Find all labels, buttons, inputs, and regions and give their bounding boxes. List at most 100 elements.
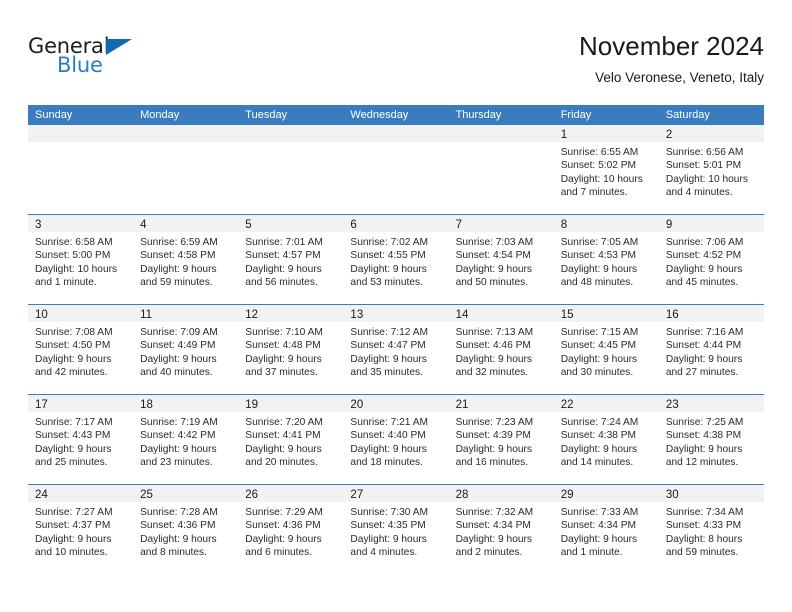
day-sun-info: Sunrise: 7:20 AM Sunset: 4:41 PM Daylight:… bbox=[238, 412, 343, 470]
day-sun-info: Sunrise: 7:19 AM Sunset: 4:42 PM Daylight:… bbox=[133, 412, 238, 470]
calendar-weeks: 1 Sunrise: 6:55 AM Sunset: 5:02 PM Daylight… bbox=[28, 125, 764, 574]
day-cell[interactable]: 4 Sunrise: 6:59 AM Sunset: 4:58 PM Daylight… bbox=[133, 215, 239, 304]
day-number: 11 bbox=[140, 309, 153, 321]
daylight-text-line2: and 59 minutes. bbox=[665, 547, 739, 559]
daylight-text-line2: and 53 minutes. bbox=[350, 277, 423, 289]
daylight-text-line1: Daylight: 9 hours bbox=[35, 533, 112, 545]
daylight-text-line2: and 42 minutes. bbox=[35, 367, 108, 379]
day-number-band bbox=[238, 125, 344, 142]
day-number-band bbox=[133, 125, 239, 142]
daylight-text-line1: Daylight: 10 hours bbox=[560, 173, 643, 185]
day-cell[interactable]: 8 Sunrise: 7:05 AM Sunset: 4:53 PM Daylight… bbox=[553, 215, 659, 304]
daylight-text-line1: Daylight: 10 hours bbox=[35, 263, 118, 275]
daylight-text-line2: and 25 minutes. bbox=[35, 457, 108, 469]
day-number: 20 bbox=[350, 399, 364, 411]
daylight-text-line1: Daylight: 10 hours bbox=[665, 173, 748, 185]
day-cell-empty bbox=[238, 125, 344, 214]
day-number: 14 bbox=[455, 309, 469, 321]
day-cell[interactable]: 29 Sunrise: 7:33 AM Sunset: 4:34 PM Dayligh… bbox=[553, 485, 659, 574]
sunrise-text: Sunrise: 6:55 AM bbox=[560, 147, 639, 158]
sunset-text: Sunset: 4:36 PM bbox=[140, 520, 216, 532]
day-cell[interactable]: 6 Sunrise: 7:02 AM Sunset: 4:55 PM Daylight… bbox=[343, 215, 449, 304]
sunrise-text: Sunrise: 6:59 AM bbox=[140, 237, 218, 248]
day-cell[interactable]: 19 Sunrise: 7:20 AM Sunset: 4:41 PM Dayligh… bbox=[238, 395, 344, 484]
day-sun-info: Sunrise: 7:01 AM Sunset: 4:57 PM Daylight:… bbox=[238, 232, 343, 290]
calendar-page: General Blue November 2024 Velo Veronese… bbox=[0, 0, 792, 612]
day-cell[interactable]: 3 Sunrise: 6:58 AM Sunset: 5:00 PM Daylight… bbox=[28, 215, 134, 304]
day-cell[interactable]: 27 Sunrise: 7:30 AM Sunset: 4:35 PM Dayligh… bbox=[343, 485, 449, 574]
day-sun-info: Sunrise: 7:05 AM Sunset: 4:53 PM Daylight:… bbox=[554, 232, 659, 290]
logo-text-blue: Blue bbox=[57, 53, 103, 77]
day-cell[interactable]: 20 Sunrise: 7:21 AM Sunset: 4:40 PM Dayligh… bbox=[343, 395, 449, 484]
day-cell[interactable]: 14 Sunrise: 7:13 AM Sunset: 4:46 PM Dayligh… bbox=[448, 305, 554, 394]
day-number: 5 bbox=[245, 219, 252, 231]
sunrise-text: Sunrise: 7:20 AM bbox=[245, 417, 323, 428]
day-sun-info: Sunrise: 7:32 AM Sunset: 4:34 PM Daylight:… bbox=[449, 502, 554, 560]
day-number-band: 15 bbox=[553, 305, 659, 322]
day-sun-info: Sunrise: 6:55 AM Sunset: 5:02 PM Daylight:… bbox=[554, 142, 659, 200]
day-cell[interactable]: 22 Sunrise: 7:24 AM Sunset: 4:38 PM Dayligh… bbox=[553, 395, 659, 484]
daylight-text-line1: Daylight: 9 hours bbox=[350, 263, 427, 275]
sunset-text: Sunset: 4:42 PM bbox=[140, 430, 216, 442]
sunrise-text: Sunrise: 7:13 AM bbox=[455, 327, 534, 338]
day-number: 23 bbox=[665, 399, 679, 411]
day-number-band bbox=[448, 125, 554, 142]
daylight-text-line1: Daylight: 9 hours bbox=[665, 263, 743, 275]
day-cell[interactable]: 28 Sunrise: 7:32 AM Sunset: 4:34 PM Dayligh… bbox=[448, 485, 554, 574]
day-cell[interactable]: 30 Sunrise: 7:34 AM Sunset: 4:33 PM Dayligh… bbox=[658, 485, 764, 574]
day-cell[interactable]: 12 Sunrise: 7:10 AM Sunset: 4:48 PM Dayligh… bbox=[238, 305, 344, 394]
day-number-band: 2 bbox=[658, 125, 764, 142]
daylight-text-line2: and 35 minutes. bbox=[350, 367, 423, 379]
day-cell[interactable]: 21 Sunrise: 7:23 AM Sunset: 4:39 PM Dayligh… bbox=[448, 395, 554, 484]
day-cell[interactable]: 7 Sunrise: 7:03 AM Sunset: 4:54 PM Daylight… bbox=[448, 215, 554, 304]
daylight-text-line2: and 56 minutes. bbox=[245, 277, 318, 289]
day-cell[interactable]: 5 Sunrise: 7:01 AM Sunset: 4:57 PM Daylight… bbox=[238, 215, 344, 304]
daylight-text-line2: and 20 minutes. bbox=[245, 457, 318, 469]
day-cell[interactable]: 25 Sunrise: 7:28 AM Sunset: 4:36 PM Dayligh… bbox=[133, 485, 239, 574]
day-cell[interactable]: 16 Sunrise: 7:16 AM Sunset: 4:44 PM Dayligh… bbox=[658, 305, 764, 394]
day-sun-info: Sunrise: 7:23 AM Sunset: 4:39 PM Daylight:… bbox=[449, 412, 554, 470]
sunset-text: Sunset: 4:36 PM bbox=[245, 520, 321, 532]
daylight-text-line2: and 16 minutes. bbox=[455, 457, 529, 469]
day-sun-info: Sunrise: 7:34 AM Sunset: 4:33 PM Daylight:… bbox=[659, 502, 764, 560]
sunrise-text: Sunrise: 7:28 AM bbox=[140, 507, 218, 518]
daylight-text-line1: Daylight: 9 hours bbox=[560, 353, 638, 365]
day-cell[interactable]: 15 Sunrise: 7:15 AM Sunset: 4:45 PM Dayligh… bbox=[553, 305, 659, 394]
day-cell[interactable]: 24 Sunrise: 7:27 AM Sunset: 4:37 PM Dayligh… bbox=[28, 485, 134, 574]
day-cell[interactable]: 23 Sunrise: 7:25 AM Sunset: 4:38 PM Dayligh… bbox=[658, 395, 764, 484]
sunset-text: Sunset: 4:50 PM bbox=[35, 340, 111, 352]
day-sun-info: Sunrise: 7:15 AM Sunset: 4:45 PM Daylight:… bbox=[554, 322, 659, 380]
day-cell[interactable]: 1 Sunrise: 6:55 AM Sunset: 5:02 PM Daylight… bbox=[553, 125, 659, 214]
sunrise-text: Sunrise: 7:30 AM bbox=[350, 507, 429, 518]
day-cell[interactable]: 2 Sunrise: 6:56 AM Sunset: 5:01 PM Daylight… bbox=[658, 125, 764, 214]
daylight-text-line1: Daylight: 9 hours bbox=[560, 443, 638, 455]
day-sun-info: Sunrise: 7:28 AM Sunset: 4:36 PM Daylight:… bbox=[133, 502, 238, 560]
sunrise-text: Sunrise: 7:10 AM bbox=[245, 327, 323, 338]
daylight-text-line1: Daylight: 9 hours bbox=[350, 533, 427, 545]
day-cell[interactable]: 10 Sunrise: 7:08 AM Sunset: 4:50 PM Dayligh… bbox=[28, 305, 134, 394]
daylight-text-line2: and 2 minutes. bbox=[455, 547, 523, 559]
day-number: 21 bbox=[455, 399, 469, 411]
day-cell[interactable]: 11 Sunrise: 7:09 AM Sunset: 4:49 PM Dayligh… bbox=[133, 305, 239, 394]
sunrise-text: Sunrise: 7:27 AM bbox=[35, 507, 113, 518]
daylight-text-line2: and 7 minutes. bbox=[560, 187, 628, 199]
sunrise-text: Sunrise: 7:03 AM bbox=[455, 237, 534, 248]
daylight-text-line1: Daylight: 9 hours bbox=[140, 533, 217, 545]
daylight-text-line2: and 12 minutes. bbox=[665, 457, 739, 469]
day-cell[interactable]: 9 Sunrise: 7:06 AM Sunset: 4:52 PM Daylight… bbox=[658, 215, 764, 304]
day-cell[interactable]: 13 Sunrise: 7:12 AM Sunset: 4:47 PM Dayligh… bbox=[343, 305, 449, 394]
day-number: 30 bbox=[665, 489, 679, 501]
weekday-thursday: Thursday bbox=[455, 109, 502, 121]
daylight-text-line1: Daylight: 9 hours bbox=[455, 443, 533, 455]
general-blue-logo[interactable]: General Blue bbox=[28, 34, 228, 86]
sunset-text: Sunset: 4:38 PM bbox=[665, 430, 742, 442]
day-cell[interactable]: 17 Sunrise: 7:17 AM Sunset: 4:43 PM Dayligh… bbox=[28, 395, 134, 484]
day-cell-empty bbox=[448, 125, 554, 214]
day-number-band: 30 bbox=[658, 485, 764, 502]
sunset-text: Sunset: 4:55 PM bbox=[350, 250, 426, 262]
day-cell[interactable]: 26 Sunrise: 7:29 AM Sunset: 4:36 PM Dayligh… bbox=[238, 485, 344, 574]
day-cell[interactable]: 18 Sunrise: 7:19 AM Sunset: 4:42 PM Dayligh… bbox=[133, 395, 239, 484]
sunset-text: Sunset: 4:47 PM bbox=[350, 340, 426, 352]
sunrise-text: Sunrise: 7:19 AM bbox=[140, 417, 218, 428]
day-sun-info: Sunrise: 7:17 AM Sunset: 4:43 PM Daylight:… bbox=[28, 412, 133, 470]
